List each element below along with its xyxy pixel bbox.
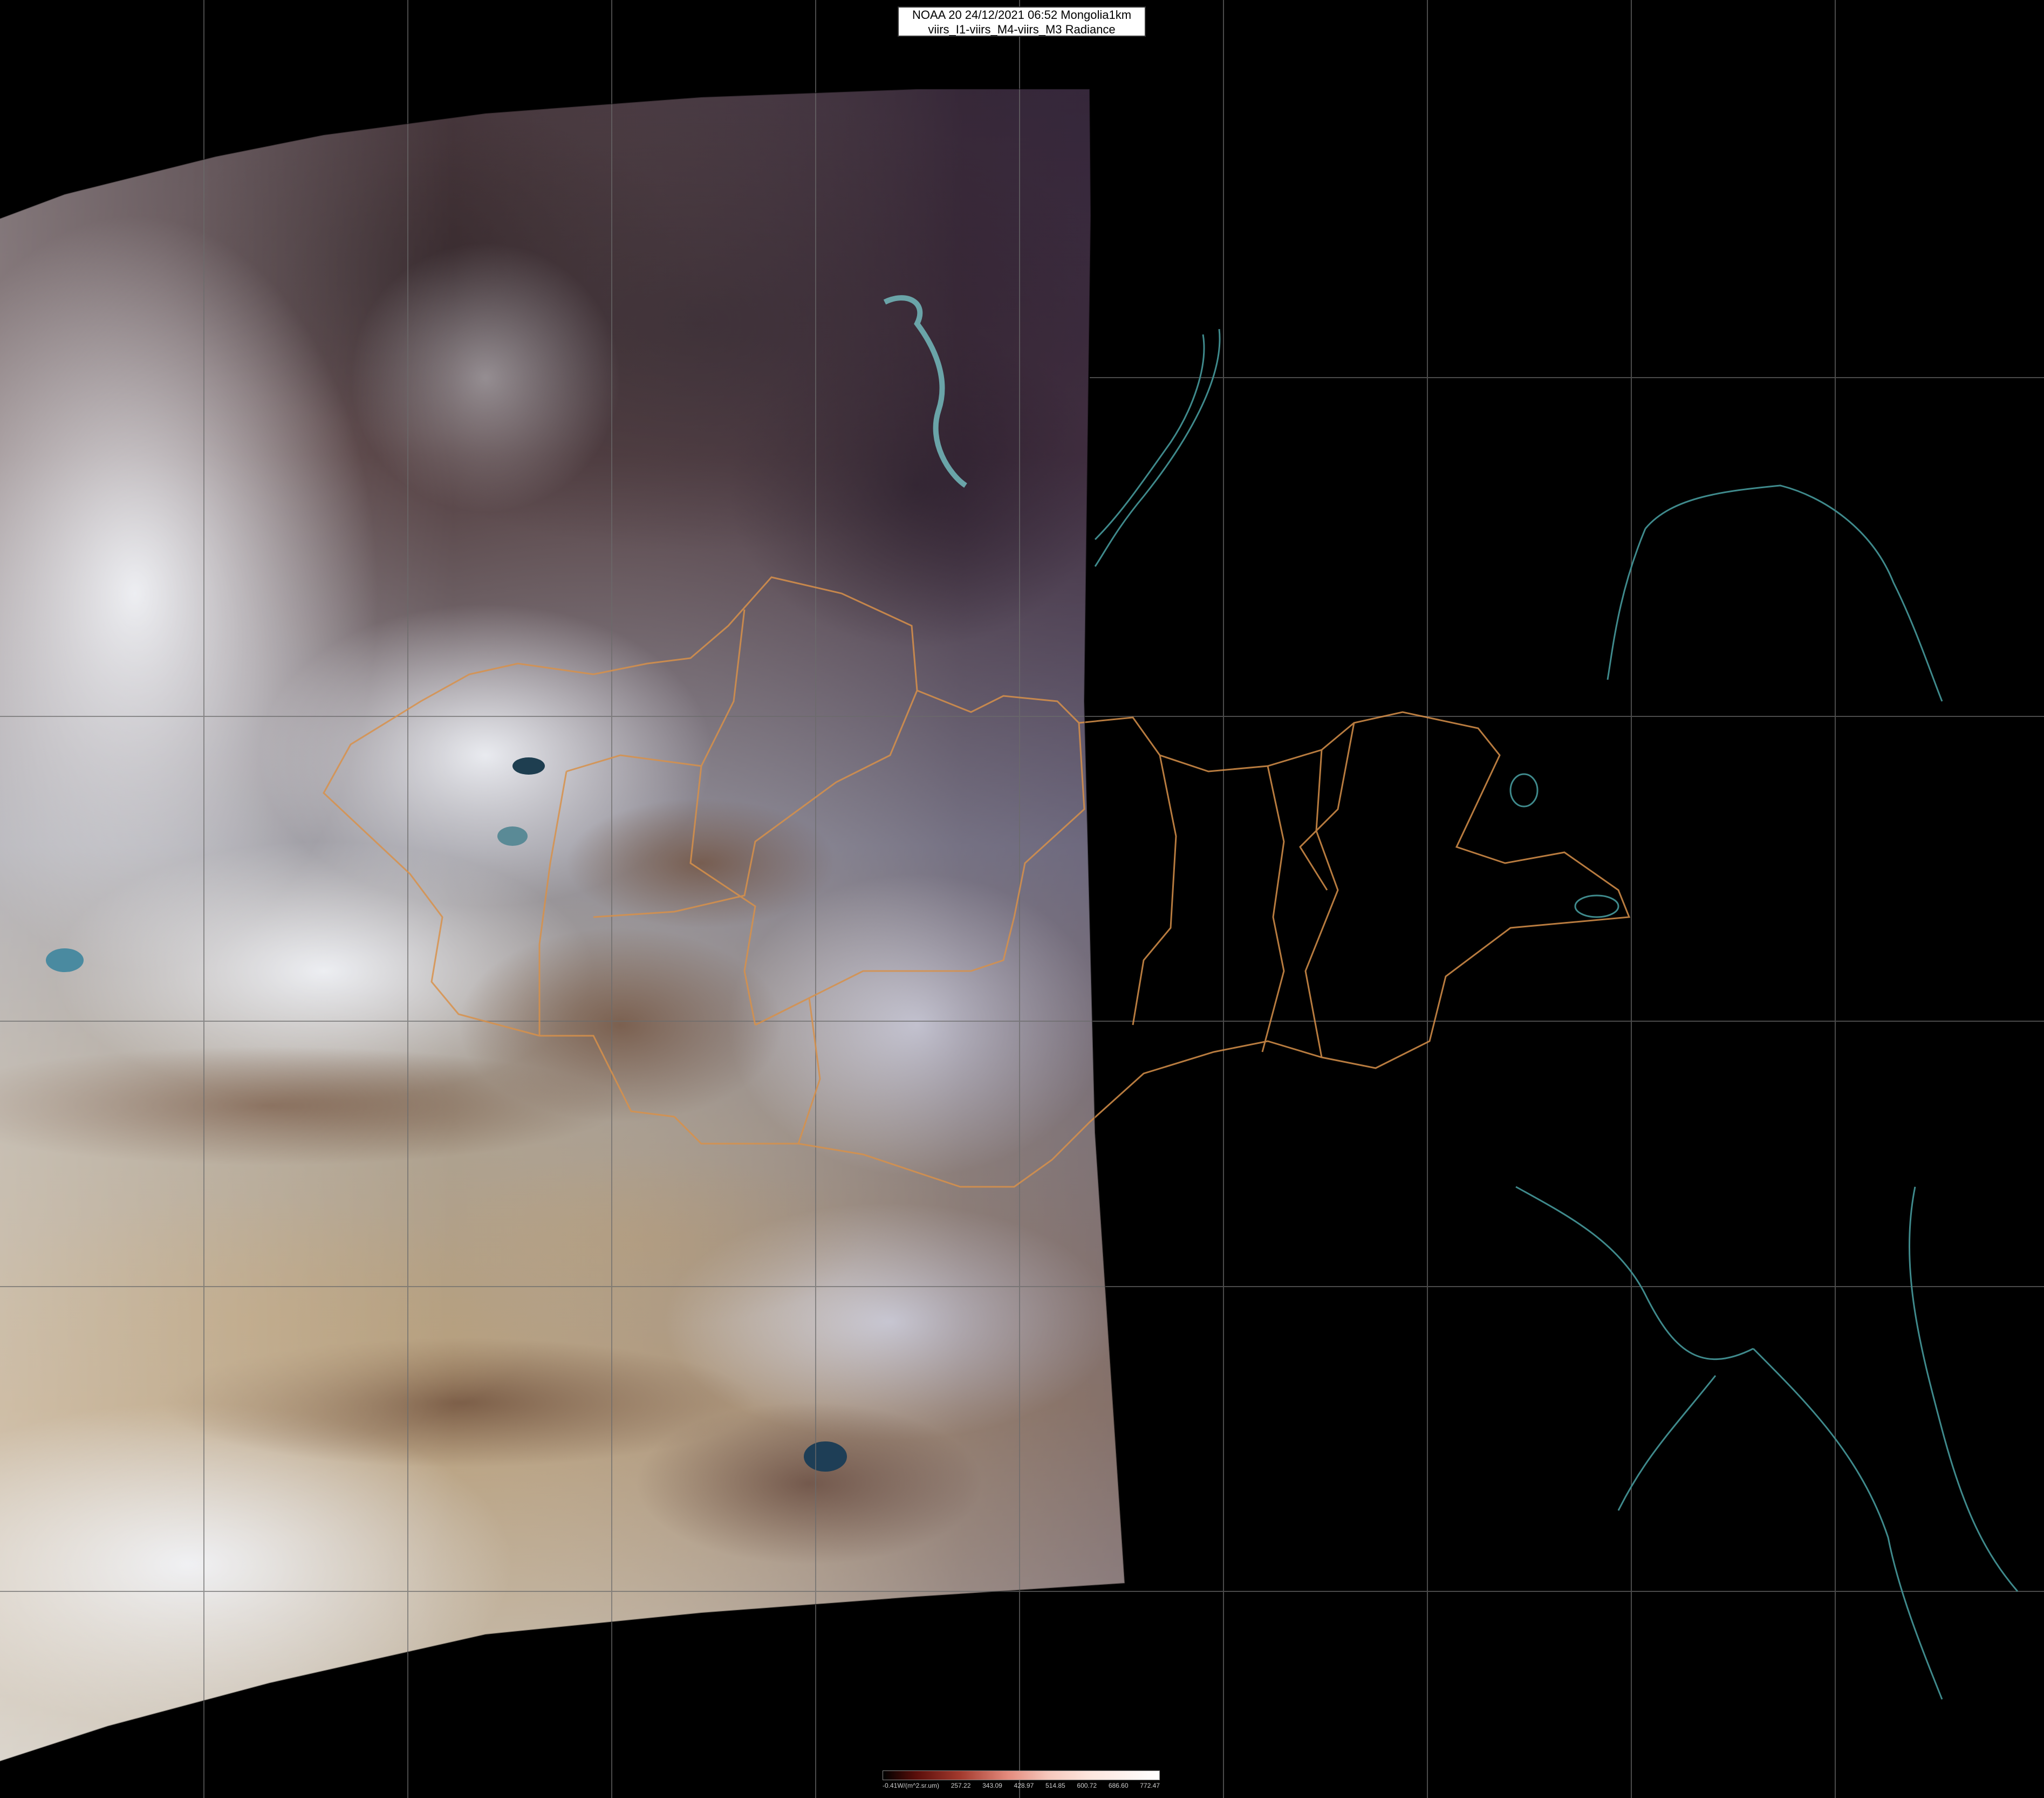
colorbar-gradient bbox=[883, 1770, 1160, 1780]
colorbar-tick: 772.47 bbox=[1140, 1782, 1160, 1789]
coastlines bbox=[1094, 329, 2019, 1700]
colorbar-tick: 514.85 bbox=[1045, 1782, 1065, 1789]
title-line-1: NOAA 20 24/12/2021 06:52 Mongolia1km bbox=[912, 8, 1132, 22]
colorbar-tick: 257.22 bbox=[951, 1782, 971, 1789]
radiance-colorbar: -0.41W/(m^2.sr.um) 257.22 343.09 428.97 … bbox=[883, 1770, 1160, 1792]
satellite-map bbox=[0, 0, 2044, 1798]
colorbar-tick: -0.41W/(m^2.sr.um) bbox=[883, 1782, 939, 1789]
colorbar-tick: 428.97 bbox=[1014, 1782, 1034, 1789]
colorbar-tick: 343.09 bbox=[982, 1782, 1002, 1789]
image-title: NOAA 20 24/12/2021 06:52 Mongolia1km vii… bbox=[898, 6, 1146, 37]
imagery-swath bbox=[0, 89, 1125, 1761]
colorbar-tick-labels: -0.41W/(m^2.sr.um) 257.22 343.09 428.97 … bbox=[883, 1781, 1160, 1790]
title-line-2: viirs_I1-viirs_M4-viirs_M3 Radiance bbox=[928, 23, 1116, 36]
colorbar-tick: 600.72 bbox=[1077, 1782, 1097, 1789]
satellite-image-view: NOAA 20 24/12/2021 06:52 Mongolia1km vii… bbox=[0, 0, 2044, 1798]
colorbar-tick: 686.60 bbox=[1108, 1782, 1129, 1789]
